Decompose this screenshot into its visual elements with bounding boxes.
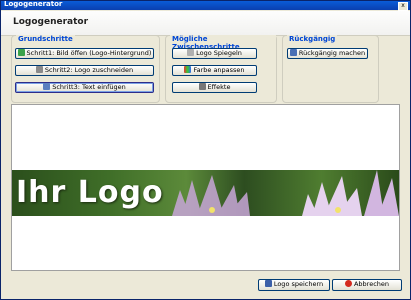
save-icon	[264, 280, 272, 287]
logo-banner-image: Ihr Logo	[12, 170, 399, 216]
title-bar[interactable]: Logogenerator x	[1, 0, 410, 11]
color-icon	[184, 66, 192, 73]
window-title: Logogenerator	[4, 0, 63, 8]
group-title-basic: Grundschritte	[16, 35, 75, 43]
page-title: Logogenerator	[13, 17, 89, 27]
app-window: Logogenerator x Logogenerator Grundschri…	[0, 0, 411, 300]
text-icon	[43, 83, 51, 90]
step2-label: Schritt2: Logo zuschneiden	[44, 66, 134, 74]
undo-icon	[289, 49, 297, 56]
logo-text: Ihr Logo	[16, 175, 164, 210]
step2-crop-button[interactable]: Schritt2: Logo zuschneiden	[15, 65, 154, 76]
undo-label: Rückgängig machen	[298, 49, 366, 57]
close-icon[interactable]: x	[398, 2, 408, 11]
logo-preview-canvas[interactable]: Ihr Logo	[11, 104, 400, 271]
open-image-icon	[17, 49, 25, 56]
group-title-undo: Rückgängig	[287, 35, 338, 43]
effects-button[interactable]: Effekte	[172, 82, 257, 93]
mirror-logo-button[interactable]: Logo Spiegeln	[172, 48, 257, 59]
header-banner: Logogenerator	[1, 11, 410, 36]
color-label: Farbe anpassen	[193, 66, 245, 74]
effects-icon	[198, 83, 206, 90]
cancel-icon	[344, 280, 352, 287]
undo-button[interactable]: Rückgängig machen	[287, 48, 368, 59]
mirror-icon	[187, 49, 195, 56]
save-label: Logo speichern	[273, 280, 324, 288]
mirror-label: Logo Spiegeln	[196, 49, 242, 57]
step3-label: Schritt3: Text einfügen	[52, 83, 126, 91]
step3-insert-text-button[interactable]: Schritt3: Text einfügen	[15, 82, 154, 93]
save-logo-button[interactable]: Logo speichern	[258, 279, 330, 291]
step1-label: Schritt1: Bild öffen (Logo-Hintergrund)	[26, 49, 152, 57]
cancel-button[interactable]: Abbrechen	[332, 279, 402, 291]
crop-icon	[35, 66, 43, 73]
group-undo: Rückgängig	[282, 35, 379, 103]
effects-label: Effekte	[207, 83, 231, 91]
adjust-color-button[interactable]: Farbe anpassen	[172, 65, 257, 76]
cancel-label: Abbrechen	[353, 280, 390, 288]
step1-open-image-button[interactable]: Schritt1: Bild öffen (Logo-Hintergrund)	[15, 48, 154, 59]
